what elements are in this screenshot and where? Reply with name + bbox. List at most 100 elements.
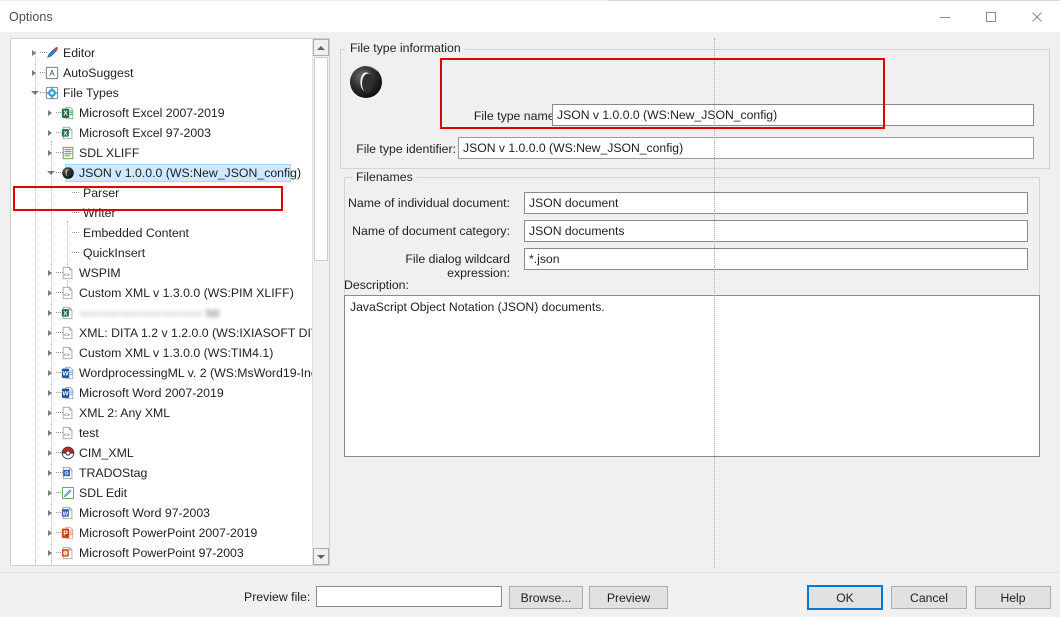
tree-item-microsoft-excel-97-2003[interactable]: X Microsoft Excel 97-2003	[11, 123, 314, 143]
tree-item-label: Embedded Content	[83, 226, 189, 240]
expand-arrow-icon[interactable]	[47, 543, 56, 563]
maximize-button[interactable]	[968, 1, 1014, 32]
expand-arrow-icon[interactable]	[47, 443, 56, 463]
collapse-arrow-icon[interactable]	[47, 163, 56, 183]
tree-item-wordprocessingml-v-2-ws-msword19-include[interactable]: W WordprocessingML v. 2 (WS:MsWord19-Incl…	[11, 363, 314, 383]
tree-item-xml-2-any-xml[interactable]: <> XML 2: Any XML	[11, 403, 314, 423]
svg-text:P: P	[63, 531, 68, 538]
ok-button[interactable]: OK	[807, 585, 883, 610]
expand-arrow-icon[interactable]	[47, 503, 56, 523]
expand-arrow-icon[interactable]	[47, 123, 56, 143]
expand-arrow-icon[interactable]	[47, 363, 56, 383]
tree-item-file-types[interactable]: File Types	[11, 83, 314, 103]
tree-item-sdl-edit[interactable]: SDL Edit	[11, 483, 314, 503]
file-type-name-input[interactable]: JSON v 1.0.0.0 (WS:New_JSON_config)	[552, 104, 1034, 126]
browse-button[interactable]: Browse...	[509, 586, 583, 609]
tree-item-bilingual-excel[interactable]: XBilingual Excel	[11, 563, 314, 565]
file-type-identifier-input[interactable]: JSON v 1.0.0.0 (WS:New_JSON_config)	[458, 137, 1034, 159]
tree-item-label: Writer	[83, 206, 116, 220]
svg-text:W: W	[63, 511, 69, 517]
svg-text:<>: <>	[64, 433, 70, 439]
tree-item-xml-dita-1-2-v-1-2-0-0-ws-ixiasoft-dita-april[interactable]: <> XML: DITA 1.2 v 1.2.0.0 (WS:IXIASOFT D…	[11, 323, 314, 343]
word-old-icon: W	[61, 506, 75, 520]
individual-document-input[interactable]: JSON document	[524, 192, 1028, 214]
expand-arrow-icon[interactable]	[47, 143, 56, 163]
tree-item-label: Bilingual Excel	[79, 563, 159, 565]
expand-arrow-icon[interactable]	[47, 463, 56, 483]
tree-item-wspim[interactable]: <> WSPIM	[11, 263, 314, 283]
cim-icon	[61, 446, 75, 460]
tree-item-label: WSPIM	[79, 266, 121, 280]
tree-item-json-v-1-0-0-0-ws-new-json-config[interactable]: JSON v 1.0.0.0 (WS:New_JSON_config)	[11, 163, 314, 183]
tree-item-microsoft-word-97-2003[interactable]: W Microsoft Word 97-2003	[11, 503, 314, 523]
minimize-button[interactable]	[922, 1, 968, 32]
tree-item-writer[interactable]: Writer	[11, 203, 314, 223]
preview-button[interactable]: Preview	[589, 586, 668, 609]
expand-arrow-icon[interactable]	[47, 323, 56, 343]
description-textarea[interactable]: JavaScript Object Notation (JSON) docume…	[344, 295, 1040, 457]
tree-item-embedded-content[interactable]: Embedded Content	[11, 223, 314, 243]
options-dialog: Options Editor A AutoSuggest File Types X Mic…	[0, 0, 1060, 617]
svg-text:<>: <>	[64, 273, 70, 279]
close-button[interactable]	[1014, 1, 1060, 32]
expand-arrow-icon[interactable]	[47, 303, 56, 323]
preview-file-label: Preview file:	[244, 590, 311, 604]
tree-item-label: CIM_XML	[79, 446, 134, 460]
tree-scrollbar[interactable]	[312, 39, 329, 565]
wildcard-expression-label: File dialog wildcard expression:	[405, 252, 510, 280]
excel-icon: X	[61, 106, 75, 120]
tree-item-test[interactable]: <> test	[11, 423, 314, 443]
scroll-down-button[interactable]	[313, 548, 329, 565]
svg-text:W: W	[62, 391, 69, 398]
tree-item-quickinsert[interactable]: QuickInsert	[11, 243, 314, 263]
scroll-up-button[interactable]	[313, 39, 329, 56]
tree-item-editor[interactable]: Editor	[11, 43, 314, 63]
expand-arrow-icon[interactable]	[47, 483, 56, 503]
tree-item-custom-xml-v-1-3-0-0-ws-tim4-1[interactable]: <> Custom XML v 1.3.0.0 (WS:TIM4.1)	[11, 343, 314, 363]
expand-arrow-icon[interactable]	[31, 63, 40, 83]
tree-item-sdl-xliff[interactable]: SDL XLIFF	[11, 143, 314, 163]
scrollbar-thumb[interactable]	[314, 57, 328, 261]
tree-connector	[72, 232, 79, 234]
expand-arrow-icon[interactable]	[31, 43, 40, 63]
word-icon: W	[61, 366, 75, 380]
tree-item-label: File Types	[63, 86, 119, 100]
expand-arrow-icon[interactable]	[47, 563, 56, 565]
expand-arrow-icon[interactable]	[47, 343, 56, 363]
expand-arrow-icon[interactable]	[47, 283, 56, 303]
expand-arrow-icon[interactable]	[47, 523, 56, 543]
tree-item-tradostag[interactable]: TRADOStag	[11, 463, 314, 483]
cancel-button[interactable]: Cancel	[891, 586, 967, 609]
preview-file-input[interactable]	[316, 586, 502, 607]
excel-old-icon: X	[61, 126, 75, 140]
tree-item-txt[interactable]: X ⸺⸺⸺⸺⸺⸺ txt	[11, 303, 314, 323]
tree-item-label: Parser	[83, 186, 120, 200]
expand-arrow-icon[interactable]	[47, 263, 56, 283]
collapse-arrow-icon[interactable]	[31, 83, 40, 103]
xml-icon: <>	[61, 406, 75, 420]
help-button[interactable]: Help	[975, 586, 1051, 609]
wildcard-expression-input[interactable]: *.json	[524, 248, 1028, 270]
file-type-information-legend: File type information	[346, 41, 465, 55]
tree-item-microsoft-word-2007-2019[interactable]: W Microsoft Word 2007-2019	[11, 383, 314, 403]
expand-arrow-icon[interactable]	[47, 383, 56, 403]
file-types-tree[interactable]: Editor A AutoSuggest File Types X Microsoft E…	[10, 38, 330, 566]
document-category-input[interactable]: JSON documents	[524, 220, 1028, 242]
tree-item-microsoft-powerpoint-2007-2019[interactable]: P Microsoft PowerPoint 2007-2019	[11, 523, 314, 543]
expand-arrow-icon[interactable]	[47, 103, 56, 123]
tree-item-autosuggest[interactable]: A AutoSuggest	[11, 63, 314, 83]
word-icon: W	[61, 386, 75, 400]
tree-item-microsoft-excel-2007-2019[interactable]: X Microsoft Excel 2007-2019	[11, 103, 314, 123]
autosuggest-icon: A	[45, 66, 59, 80]
expand-arrow-icon[interactable]	[47, 423, 56, 443]
tree-item-microsoft-powerpoint-97-2003[interactable]: Microsoft PowerPoint 97-2003	[11, 543, 314, 563]
svg-text:X: X	[63, 310, 68, 317]
title-bar: Options	[0, 1, 1060, 32]
expand-arrow-icon[interactable]	[47, 403, 56, 423]
svg-text:<>: <>	[64, 413, 70, 419]
tree-item-custom-xml-v-1-3-0-0-ws-pim-xliff[interactable]: <> Custom XML v 1.3.0.0 (WS:PIM XLIFF)	[11, 283, 314, 303]
tree-item-cim-xml[interactable]: CIM_XML	[11, 443, 314, 463]
tree-item-parser[interactable]: Parser	[11, 183, 314, 203]
tree-item-label: SDL XLIFF	[79, 146, 140, 160]
tradostag-icon	[61, 466, 75, 480]
